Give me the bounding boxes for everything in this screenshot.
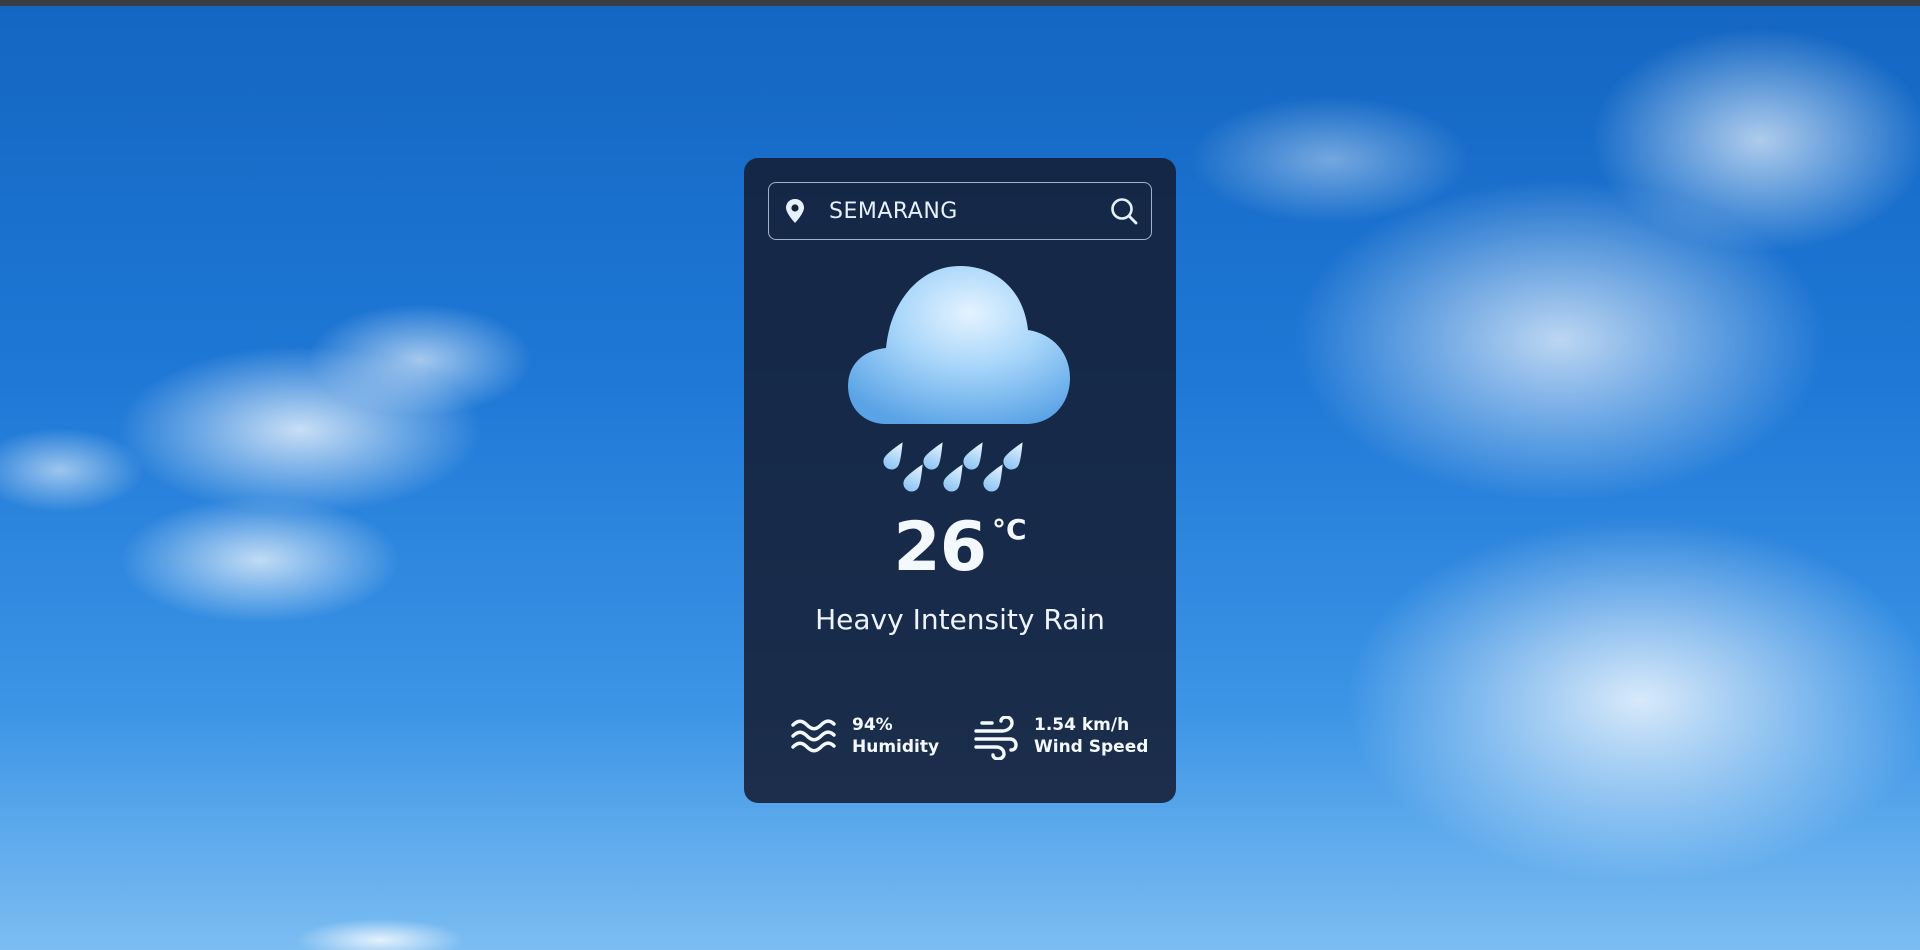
weather-description: Heavy Intensity Rain [815, 603, 1105, 636]
wind-speed-value: 1.54 km/h [1034, 715, 1130, 735]
waves-icon [791, 719, 836, 753]
weather-card: 26°C Heavy Intensity Rain 94% Humidity [744, 158, 1176, 803]
temperature-display: 26 °C [744, 508, 1176, 588]
wind-detail: 1.54 km/h Wind Speed [972, 714, 1162, 764]
wind-icon [974, 716, 1018, 760]
weather-app-page: 26°C Heavy Intensity Rain 94% Humidity [0, 0, 1920, 950]
city-search-input[interactable] [829, 193, 1099, 229]
wind-text: 1.54 km/h Wind Speed [1034, 714, 1148, 758]
browser-top-edge [0, 0, 1920, 6]
humidity-label: Humidity [852, 737, 940, 757]
heavy-rain-cloud-icon [848, 266, 1070, 492]
map-pin-icon [786, 199, 804, 223]
temperature-unit: °C [992, 513, 1027, 546]
search-box [768, 182, 1152, 240]
humidity-detail: 94% Humidity [790, 714, 950, 764]
wind-speed-label: Wind Speed [1034, 737, 1149, 757]
humidity-text: 94% Humidity [852, 714, 939, 758]
magnifier-icon [1111, 198, 1138, 225]
temperature-value: 26 [893, 508, 987, 587]
raindrops [883, 442, 1023, 492]
cloud-shape [848, 266, 1070, 424]
humidity-value: 94% [852, 715, 893, 735]
search-button[interactable] [1109, 196, 1139, 226]
